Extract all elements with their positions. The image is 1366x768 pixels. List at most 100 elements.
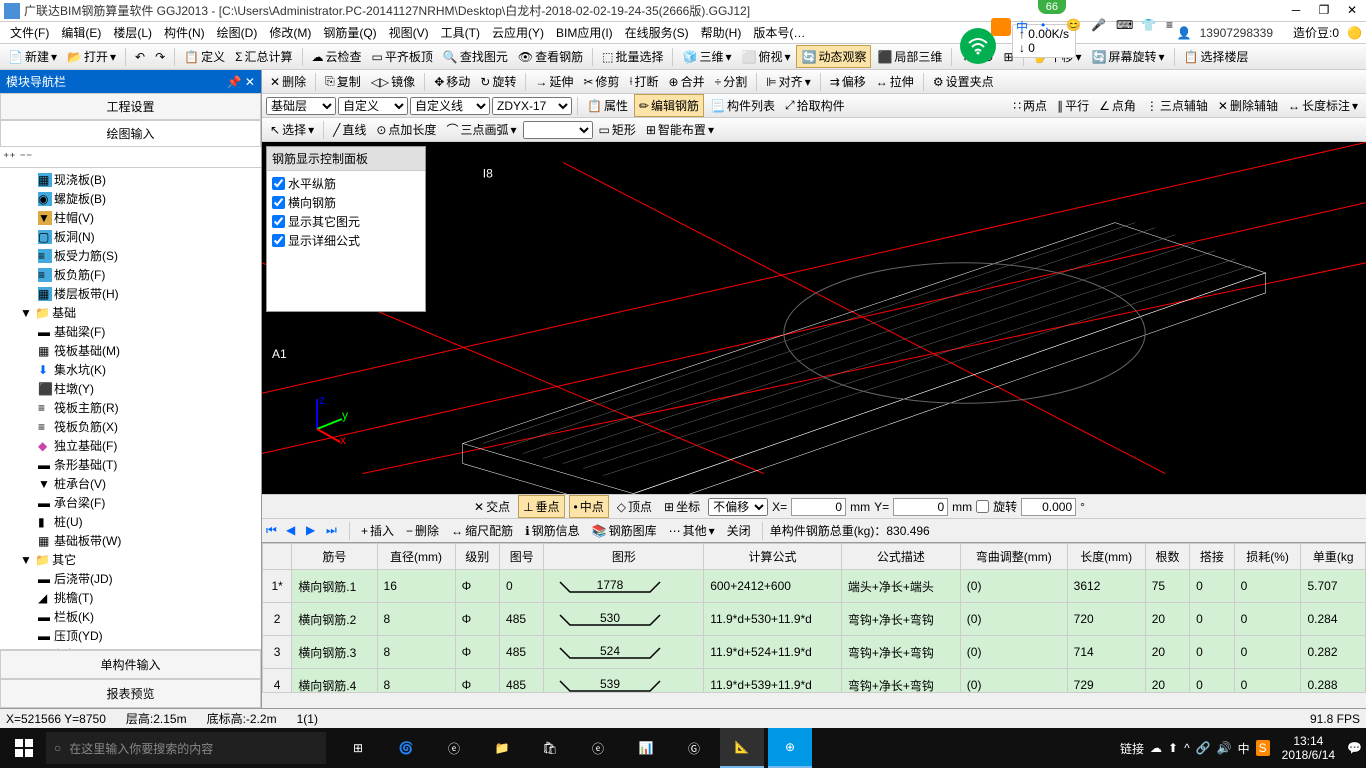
col-header[interactable]: 图形 (544, 544, 704, 570)
app-1[interactable]: 🌀 (384, 728, 428, 768)
rebar-library-button[interactable]: 📚钢筋图库 (588, 520, 661, 541)
two-point-button[interactable]: ∷两点 (1009, 95, 1051, 116)
tray-2[interactable]: ⬆ (1168, 741, 1178, 755)
menu-tool[interactable]: 工具(T) (435, 24, 486, 41)
custom-select[interactable]: 自定义 (338, 97, 408, 115)
offset-select[interactable]: 不偏移 (708, 498, 768, 516)
menu-cloud[interactable]: 云应用(Y) (486, 24, 550, 41)
rotate-button[interactable]: ↻旋转 (476, 71, 520, 92)
x-input[interactable] (791, 498, 846, 516)
pin-icon[interactable]: 📌 ✕ (227, 75, 255, 89)
cloud-check-button[interactable]: ☁云检查 (308, 46, 366, 67)
opt-other[interactable] (272, 215, 285, 228)
opt-transverse[interactable] (272, 196, 285, 209)
col-header[interactable]: 公式描述 (841, 544, 960, 570)
col-header[interactable]: 根数 (1145, 544, 1189, 570)
col-header[interactable]: 计算公式 (704, 544, 842, 570)
extend-button[interactable]: →延伸 (531, 71, 577, 92)
select-floor-button[interactable]: 📋选择楼层 (1180, 46, 1253, 67)
point-angle-button[interactable]: ∠点角 (1095, 95, 1140, 116)
break-button[interactable]: ⟊打断 (625, 71, 662, 92)
grip-button[interactable]: ⚙设置夹点 (929, 71, 998, 92)
minimize-button[interactable]: ─ (1286, 3, 1306, 19)
snap-midpoint[interactable]: •中点 (569, 495, 609, 518)
app-2[interactable]: 📊 (624, 728, 668, 768)
arc-select[interactable] (523, 121, 593, 139)
redo-button[interactable]: ↷ (151, 48, 169, 66)
y-input[interactable] (893, 498, 948, 516)
length-dim-button[interactable]: ↔长度标注 ▾ (1284, 95, 1362, 116)
tree-toolbar[interactable]: ⁺⁺ ⁻⁻ (0, 147, 261, 168)
notification-icon[interactable]: 💬 (1347, 741, 1362, 755)
delete-button[interactable]: ✕删除 (266, 71, 310, 92)
tray-1[interactable]: ☁ (1150, 741, 1162, 755)
component-list-button[interactable]: 📃构件列表 (706, 95, 779, 116)
col-header[interactable]: 直径(mm) (377, 544, 455, 570)
rebar-table[interactable]: 筋号直径(mm)级别图号图形计算公式公式描述弯曲调整(mm)长度(mm)根数搭接… (262, 542, 1366, 692)
menu-floor[interactable]: 楼层(L) (107, 24, 158, 41)
tray-up-icon[interactable]: ^ (1184, 741, 1190, 755)
collapse-icon[interactable]: ⁻⁻ (20, 150, 33, 164)
last-icon[interactable]: ⏭ (326, 523, 342, 539)
tab-project-settings[interactable]: 工程设置 (0, 93, 261, 120)
rebar-info-button[interactable]: ℹ钢筋信息 (521, 520, 584, 541)
insert-row-button[interactable]: +插入 (357, 520, 398, 541)
single-component-button[interactable]: 单构件输入 (0, 650, 261, 679)
col-header[interactable]: 筋号 (292, 544, 377, 570)
taskbar-link[interactable]: 链接 (1120, 740, 1144, 757)
col-header[interactable]: 损耗(%) (1234, 544, 1301, 570)
menu-edit[interactable]: 编辑(E) (55, 24, 107, 41)
local-3d-button[interactable]: ⬛局部三维 (873, 46, 946, 67)
tray-vol-icon[interactable]: 🔊 (1217, 741, 1232, 755)
table-row[interactable]: 4横向钢筋.48Φ48553911.9*d+539+11.9*d弯钩+净长+弯钩… (263, 669, 1366, 693)
edge-icon[interactable]: ⓔ (432, 728, 476, 768)
taskbar-clock[interactable]: 13:14 2018/6/14 (1276, 734, 1341, 763)
batch-select-button[interactable]: ⬚批量选择 (598, 46, 667, 67)
taskbar-search[interactable]: ○ 在这里输入你要搜索的内容 (46, 732, 326, 764)
align-button[interactable]: ⊫对齐 ▾ (762, 71, 815, 92)
trim-button[interactable]: ✂修剪 (579, 71, 623, 92)
snap-perpendicular[interactable]: ⊥垂点 (518, 495, 564, 518)
menu-bim[interactable]: BIM应用(I) (550, 24, 619, 41)
stretch-button[interactable]: ↔拉伸 (872, 71, 918, 92)
rotate-check[interactable] (976, 500, 989, 513)
select-button[interactable]: ↖选择 ▾ (266, 119, 318, 140)
merge-button[interactable]: ⊕合并 (665, 71, 709, 92)
ie-icon[interactable]: ⓔ (576, 728, 620, 768)
snap-intersection[interactable]: ✕交点 (470, 496, 514, 517)
opt-horizontal[interactable] (272, 177, 285, 190)
col-header[interactable]: 搭接 (1190, 544, 1234, 570)
dynamic-observe-button[interactable]: 🔄动态观察 (796, 45, 871, 68)
copy-button[interactable]: ⎘复制 (321, 71, 365, 92)
top-view-button[interactable]: ⬜俯视 ▾ (737, 46, 794, 67)
3d-button[interactable]: 🧊三维 ▾ (678, 46, 735, 67)
menu-view[interactable]: 视图(V) (383, 24, 435, 41)
view-rebar-button[interactable]: 👁查看钢筋 (514, 46, 587, 67)
pick-component-button[interactable]: ⤢拾取构件 (781, 95, 849, 116)
table-row[interactable]: 2横向钢筋.28Φ48553011.9*d+530+11.9*d弯钩+净长+弯钩… (263, 603, 1366, 636)
menu-help[interactable]: 帮助(H) (695, 24, 748, 41)
rect-button[interactable]: ▭矩形 (595, 119, 640, 140)
user-id[interactable]: 13907298339 (1200, 26, 1273, 40)
first-icon[interactable]: ⏮ (266, 523, 282, 539)
menu-rebar[interactable]: 钢筋量(Q) (317, 24, 382, 41)
3d-viewport[interactable]: 钢筋显示控制面板 水平纵筋 横向钢筋 显示其它图元 显示详细公式 A1 I8 z… (262, 142, 1366, 494)
line-button[interactable]: ╱直线 (329, 119, 370, 140)
h-scrollbar[interactable] (262, 692, 1366, 708)
split-button[interactable]: ÷分割 (711, 71, 752, 92)
close-panel-button[interactable]: 关闭 (723, 520, 755, 541)
property-button[interactable]: 📋属性 (583, 95, 632, 116)
code-select[interactable]: ZDYX-17 (492, 97, 572, 115)
point-len-button[interactable]: ⊙点加长度 (372, 119, 440, 140)
menu-file[interactable]: 文件(F) (4, 24, 55, 41)
other-button[interactable]: ⋯其他 ▾ (665, 520, 719, 541)
screen-rotate-button[interactable]: 🔄屏幕旋转 ▾ (1088, 46, 1169, 67)
scale-rebar-button[interactable]: ↔缩尺配筋 (447, 520, 517, 541)
task-view-icon[interactable]: ⊞ (336, 728, 380, 768)
app-5[interactable]: ⊕ (768, 728, 812, 768)
parallel-button[interactable]: ∥平行 (1053, 95, 1093, 116)
menu-component[interactable]: 构件(N) (158, 24, 211, 41)
arc3-button[interactable]: ⌒三点画弧 ▾ (442, 119, 520, 140)
snap-coord[interactable]: ⊞坐标 (660, 496, 704, 517)
flat-board-button[interactable]: ▭平齐板顶 (368, 46, 437, 67)
